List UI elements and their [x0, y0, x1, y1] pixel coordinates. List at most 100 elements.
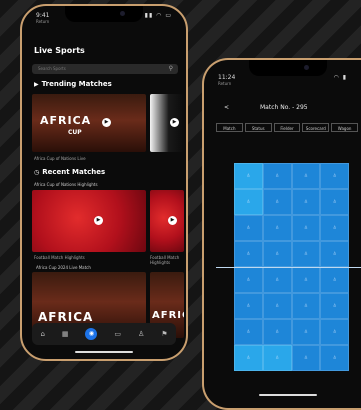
- card-title: AFRICA: [152, 310, 184, 321]
- nav-flag-icon[interactable]: ⚑: [161, 330, 167, 338]
- status-back-label[interactable]: Return: [36, 19, 49, 24]
- pitch-cell[interactable]: ♙: [291, 215, 321, 241]
- status-time: 11:24: [218, 74, 236, 81]
- play-icon[interactable]: ▶: [170, 118, 179, 127]
- match-title: Match No. - 295: [260, 104, 308, 111]
- recent-card[interactable]: ▶: [150, 190, 184, 252]
- pitch-cell[interactable]: ♙: [234, 241, 263, 267]
- player-icon: ♙: [332, 224, 337, 230]
- recent-title: ◷ Recent Matches: [34, 168, 105, 176]
- play-icon[interactable]: ▶: [168, 216, 177, 225]
- pitch-cell[interactable]: ♙: [320, 215, 349, 241]
- card-caption: Africa Cup of Nations Live: [34, 156, 86, 161]
- pitch-midline: [216, 267, 361, 268]
- card-caption: Football Match Highlights: [150, 255, 180, 265]
- status-bar: 9:41 Return ▮▮ ◠ ▭: [34, 12, 174, 24]
- trending-label: Trending Matches: [41, 80, 112, 88]
- player-icon: ♙: [275, 328, 279, 334]
- card-caption: Football Match Highlights: [34, 255, 85, 260]
- card-title: AFRICA: [38, 310, 94, 324]
- pitch-cell[interactable]: ♙: [291, 241, 321, 267]
- player-icon: ♙: [304, 198, 308, 204]
- search-icon: ⚲: [168, 65, 173, 72]
- status-back-label[interactable]: Return: [218, 81, 231, 86]
- trending-title: ▶ Trending Matches: [34, 80, 112, 88]
- search-placeholder: Search Sports: [38, 66, 66, 71]
- pitch-cell[interactable]: ♙: [262, 293, 292, 319]
- pitch-cell[interactable]: ♙: [262, 241, 292, 267]
- player-icon: ♙: [304, 250, 308, 256]
- pitch-cell[interactable]: ♙: [291, 319, 321, 345]
- pitch-cell[interactable]: ♙: [291, 267, 321, 293]
- back-icon[interactable]: <: [224, 104, 229, 111]
- pitch-cell[interactable]: ♙: [234, 319, 263, 345]
- player-icon: ♙: [275, 224, 279, 230]
- pitch-cell[interactable]: ♙: [262, 189, 292, 215]
- home-indicator: [259, 394, 317, 396]
- pitch-cell[interactable]: ♙: [262, 267, 292, 293]
- player-icon: ♙: [304, 302, 308, 308]
- tab-fielder[interactable]: Fielder: [273, 123, 301, 132]
- pitch-cell[interactable]: ♙: [291, 189, 321, 215]
- player-icon: ♙: [246, 224, 251, 230]
- camera-icon: [304, 65, 309, 70]
- pitch-cell[interactable]: ♙: [234, 215, 263, 241]
- player-icon: ♙: [246, 250, 251, 256]
- match-tabs: Match Status Fielder Scorecard Wagon: [216, 123, 358, 132]
- player-icon: ♙: [275, 354, 279, 360]
- recent-card[interactable]: ▶: [32, 190, 146, 252]
- player-icon: ♙: [246, 328, 251, 334]
- player-icon: ♙: [332, 354, 337, 360]
- card-title: AFRICA: [40, 114, 92, 127]
- nav-live-icon[interactable]: ◉: [85, 328, 98, 340]
- pitch-cell[interactable]: ♙: [320, 189, 349, 215]
- page-title: Live Sports: [34, 46, 85, 55]
- pitch-cell[interactable]: ♙: [320, 319, 349, 345]
- pitch-cell[interactable]: ♙: [291, 345, 321, 371]
- recent-header: Africa Cup of Nations Highlights: [34, 182, 98, 187]
- nav-trophy-icon[interactable]: ♙: [138, 330, 144, 338]
- pitch-cell[interactable]: ♙: [234, 345, 263, 371]
- status-time: 9:41: [36, 12, 50, 19]
- tab-status[interactable]: Status: [244, 123, 272, 132]
- pitch-cell[interactable]: ♙: [234, 189, 263, 215]
- pitch-cell[interactable]: ♙: [234, 267, 263, 293]
- pitch-cell[interactable]: ♙: [234, 293, 263, 319]
- trending-card[interactable]: AFRICA CUP ▶: [32, 94, 146, 152]
- home-indicator: [75, 351, 133, 353]
- pitch-cell[interactable]: ♙: [262, 319, 292, 345]
- player-icon: ♙: [304, 224, 308, 230]
- pitch-cell[interactable]: ♙: [262, 215, 292, 241]
- pitch-cell[interactable]: ♙: [234, 163, 263, 189]
- player-icon: ♙: [332, 276, 337, 282]
- pitch-cell[interactable]: ♙: [291, 163, 321, 189]
- player-icon: ♙: [304, 172, 308, 178]
- tab-match[interactable]: Match: [216, 123, 243, 132]
- search-input[interactable]: Search Sports ⚲: [32, 64, 178, 74]
- player-icon: ♙: [275, 198, 279, 204]
- status-icons: ◠ ▮: [333, 74, 347, 81]
- pitch-cell[interactable]: ♙: [291, 293, 321, 319]
- trending-icon: ▶: [34, 80, 39, 88]
- nav-home-icon[interactable]: ⌂: [40, 330, 44, 338]
- player-icon: ♙: [332, 198, 337, 204]
- play-icon[interactable]: ▶: [102, 118, 111, 127]
- pitch-cell[interactable]: ♙: [262, 163, 292, 189]
- pitch-cell[interactable]: ♙: [320, 293, 349, 319]
- player-icon: ♙: [246, 276, 251, 282]
- pitch-cell[interactable]: ♙: [320, 345, 349, 371]
- pitch-cell[interactable]: ♙: [320, 163, 349, 189]
- player-icon: ♙: [304, 328, 308, 334]
- status-icons: ▮▮ ◠ ▭: [144, 12, 172, 19]
- pitch-cell[interactable]: ♙: [320, 241, 349, 267]
- trending-card[interactable]: ▶: [150, 94, 184, 152]
- tab-scorecard[interactable]: Scorecard: [302, 123, 330, 132]
- tab-wagon[interactable]: Wagon: [331, 123, 358, 132]
- nav-tv-icon[interactable]: ▭: [114, 330, 121, 338]
- nav-grid-icon[interactable]: ▦: [62, 330, 69, 338]
- pitch-cell[interactable]: ♙: [320, 267, 349, 293]
- recent-label: Recent Matches: [42, 168, 106, 176]
- play-icon[interactable]: ▶: [94, 216, 103, 225]
- player-icon: ♙: [246, 198, 251, 204]
- pitch-cell[interactable]: ♙: [262, 345, 292, 371]
